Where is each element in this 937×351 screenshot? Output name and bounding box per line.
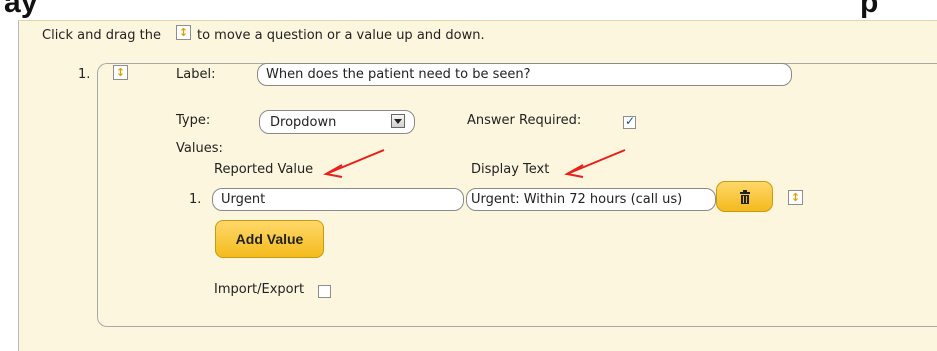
reported-value-header: Reported Value: [214, 162, 314, 177]
add-value-button[interactable]: Add Value: [215, 220, 324, 258]
question-drag-icon[interactable]: [113, 65, 128, 80]
value-row-number: 1.: [189, 192, 202, 207]
answer-required-checkbox[interactable]: [623, 114, 636, 129]
question-number: 1.: [78, 67, 91, 82]
trash-icon: [740, 190, 750, 204]
chevron-down-icon[interactable]: [391, 114, 405, 128]
type-select-value: Dropdown: [270, 115, 337, 130]
values-caption: Values:: [176, 141, 223, 156]
cropped-heading-left: ay: [4, 0, 38, 19]
import-export-caption: Import/Export: [214, 282, 305, 297]
type-caption: Type:: [176, 113, 211, 128]
value-drag-icon[interactable]: [788, 190, 803, 205]
cropped-heading: ay p: [0, 0, 937, 22]
red-arrow-annotation-icon-2: [564, 149, 626, 178]
instructions-after: to move a question or a value up and dow…: [197, 28, 485, 43]
inline-drag-icon: [176, 25, 191, 40]
cropped-heading-right: p: [860, 0, 879, 19]
display-text-header: Display Text: [471, 162, 550, 177]
answer-required-caption: Answer Required:: [467, 113, 582, 128]
delete-value-button[interactable]: [716, 181, 773, 212]
red-arrow-annotation-icon: [323, 149, 385, 178]
reported-value-input[interactable]: Urgent: [212, 188, 464, 211]
type-select[interactable]: Dropdown: [259, 110, 415, 134]
label-input[interactable]: When does the patient need to be seen?: [257, 63, 792, 86]
import-export-checkbox[interactable]: [318, 285, 331, 298]
label-caption: Label:: [176, 67, 216, 82]
instructions-before: Click and drag the: [42, 28, 161, 43]
display-text-input[interactable]: Urgent: Within 72 hours (call us): [466, 188, 716, 211]
